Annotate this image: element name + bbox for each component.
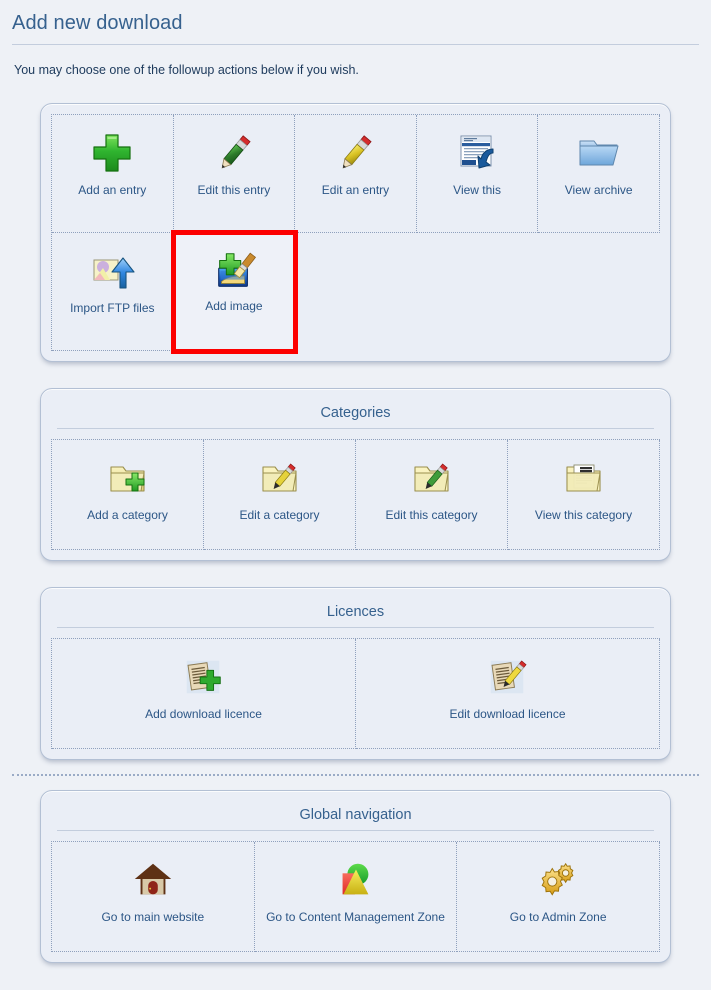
page-title: Add new download <box>12 12 183 34</box>
green-plus-icon <box>56 129 169 177</box>
action-view-this-category[interactable]: View this category <box>508 440 660 550</box>
global-navigation-panel-wrapper: Global navigation Go to main website Go … <box>0 790 711 963</box>
house-icon <box>56 856 250 904</box>
grid-filler <box>538 233 660 351</box>
actions-panel: Add an entry Edit this entry Edit an ent… <box>40 103 671 362</box>
folder-pencil-green-icon <box>360 454 503 502</box>
intro-text: You may choose one of the followup actio… <box>14 63 359 77</box>
action-label: Add download licence <box>145 707 262 721</box>
action-add-a-category[interactable]: Add a category <box>52 440 204 550</box>
panel-title-divider <box>57 428 654 429</box>
action-label: Add image <box>205 299 263 313</box>
action-label: Import FTP files <box>70 301 155 315</box>
action-add-image[interactable]: Add image <box>170 230 299 354</box>
action-label: Add a category <box>87 508 168 522</box>
page-header: Add new download You may choose one of t… <box>0 0 711 77</box>
action-edit-download-licence[interactable]: Edit download licence <box>356 639 660 749</box>
action-edit-an-entry[interactable]: Edit an entry <box>295 115 417 233</box>
add-image-brush-icon <box>178 247 291 295</box>
global-navigation-panel: Global navigation Go to main website Go … <box>40 790 671 963</box>
action-label: Edit a category <box>239 508 320 522</box>
shapes-cms-icon <box>259 856 453 904</box>
categories-panel: Categories Add a category Edit a categor… <box>40 388 671 561</box>
title-divider <box>12 44 699 45</box>
folder-document-icon <box>512 454 655 502</box>
action-label: Go to Admin Zone <box>509 910 607 924</box>
green-pencil-icon <box>178 129 291 177</box>
document-back-arrow-icon <box>421 129 534 177</box>
actions-grid: Add an entry Edit this entry Edit an ent… <box>51 114 660 354</box>
global-navigation-grid: Go to main website Go to Content Managem… <box>51 841 660 952</box>
action-go-to-admin-zone[interactable]: Go to Admin Zone <box>457 842 660 952</box>
categories-grid: Add a category Edit a category Edit this… <box>51 439 660 550</box>
action-label: Edit an entry <box>321 183 390 197</box>
action-label: Go to Content Management Zone <box>266 910 445 924</box>
panel-title-divider <box>57 830 654 831</box>
categories-panel-title: Categories <box>320 405 391 421</box>
licences-grid: Add download licence Edit download licen… <box>51 638 660 749</box>
action-go-to-main-website[interactable]: Go to main website <box>52 842 255 952</box>
actions-panel-wrapper: Add an entry Edit this entry Edit an ent… <box>0 103 711 362</box>
action-label: Edit download licence <box>449 707 566 721</box>
licences-panel-wrapper: Licences Add download licence Edit downl… <box>0 587 711 760</box>
folder-pencil-yellow-icon <box>208 454 351 502</box>
grid-filler <box>417 233 539 351</box>
licences-panel: Licences Add download licence Edit downl… <box>40 587 671 760</box>
action-view-archive[interactable]: View archive <box>538 115 660 233</box>
action-label: Add an entry <box>78 183 147 197</box>
action-edit-this-category[interactable]: Edit this category <box>356 440 508 550</box>
action-label: View archive <box>564 183 633 197</box>
folder-plus-icon <box>56 454 199 502</box>
panel-title-divider <box>57 627 654 628</box>
licence-pencil-icon <box>360 653 655 701</box>
licence-plus-icon <box>56 653 351 701</box>
section-divider <box>12 774 699 776</box>
action-label: Edit this entry <box>197 183 271 197</box>
action-view-this[interactable]: View this <box>416 115 539 233</box>
gears-icon <box>461 856 655 904</box>
licences-panel-title: Licences <box>326 604 385 620</box>
action-go-to-cms[interactable]: Go to Content Management Zone <box>254 842 458 952</box>
action-edit-this-entry[interactable]: Edit this entry <box>173 115 296 233</box>
global-navigation-panel-title: Global navigation <box>299 807 412 823</box>
action-import-ftp-files[interactable]: Import FTP files <box>52 233 174 351</box>
grid-filler <box>295 233 417 351</box>
image-upload-arrow-icon <box>56 247 169 295</box>
action-add-an-entry[interactable]: Add an entry <box>52 115 174 233</box>
action-edit-a-category[interactable]: Edit a category <box>204 440 356 550</box>
action-label: Go to main website <box>101 910 205 924</box>
action-label: View this category <box>534 508 633 522</box>
yellow-pencil-icon <box>299 129 412 177</box>
action-label: View this <box>453 183 501 197</box>
action-label: Edit this category <box>385 508 478 522</box>
action-add-download-licence[interactable]: Add download licence <box>52 639 356 749</box>
blue-folder-open-icon <box>542 129 655 177</box>
categories-panel-wrapper: Categories Add a category Edit a categor… <box>0 388 711 561</box>
